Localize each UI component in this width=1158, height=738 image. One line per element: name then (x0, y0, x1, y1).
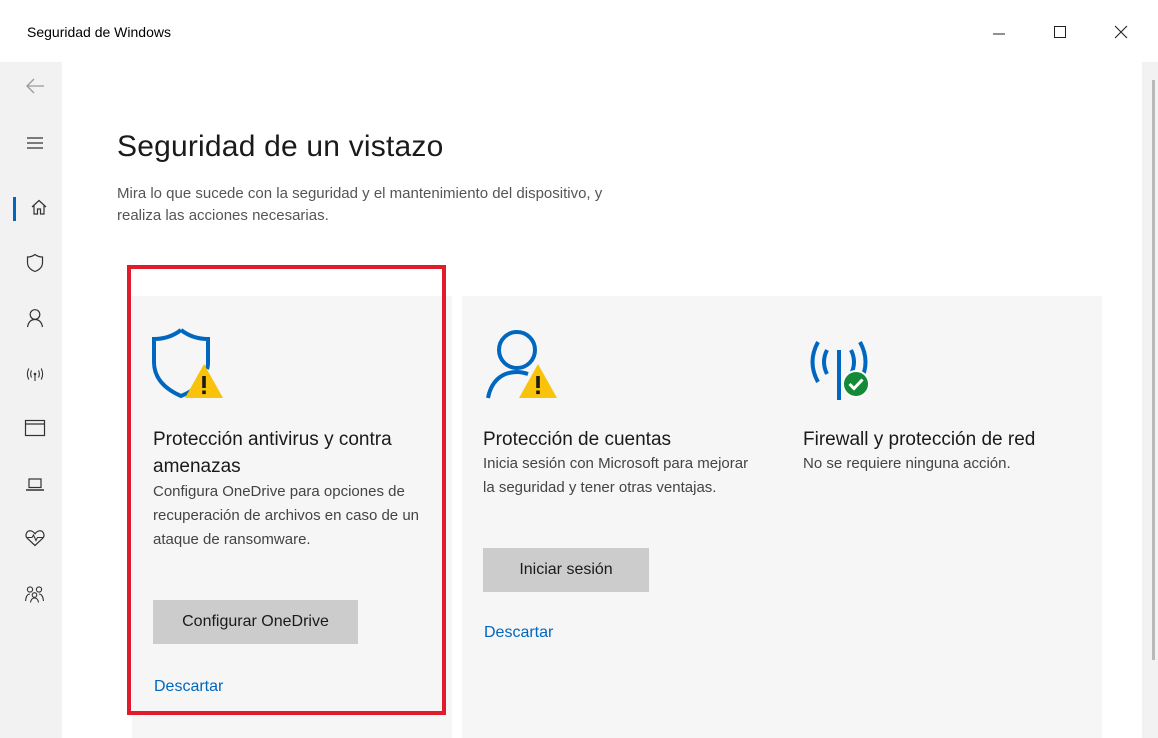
card-title: Protección de cuentas (483, 429, 672, 450)
page-description: Mira lo que sucede con la seguridad y el… (117, 185, 603, 224)
card-account-protection[interactable]: Protección de cuentas Inicia sesión con … (462, 296, 782, 738)
window-title: Seguridad de Windows (27, 24, 171, 40)
scrollbar-track[interactable] (1142, 62, 1158, 738)
wireless-signal-icon (24, 363, 46, 385)
home-icon (28, 196, 50, 218)
card-description: Configura OneDrive para opciones de recu… (153, 483, 420, 548)
app-browser-window-icon (24, 417, 46, 439)
configure-onedrive-button[interactable]: Configurar OneDrive (153, 600, 358, 644)
maximize-icon (1054, 26, 1066, 38)
person-warning-icon (479, 326, 559, 406)
page-title: Seguridad de un vistazo (117, 130, 444, 163)
sign-in-button[interactable]: Iniciar sesión (483, 548, 649, 592)
family-icon (24, 583, 46, 605)
sidebar-item-app-browser[interactable] (0, 404, 62, 452)
shield-icon (24, 252, 46, 274)
heart-pulse-icon (24, 527, 46, 549)
scrollbar-thumb[interactable] (1152, 80, 1155, 660)
card-description: No se requiere ninguna acción. (803, 455, 1011, 472)
sidebar-item-firewall[interactable] (0, 350, 62, 398)
hamburger-menu-icon (24, 132, 46, 154)
main-content: Seguridad de un vistazo Mira lo que suce… (62, 62, 1142, 738)
card-virus-protection[interactable]: Protección antivirus y contra amenazas C… (132, 296, 452, 738)
back-button[interactable] (0, 62, 62, 110)
wireless-check-icon (799, 326, 879, 406)
minimize-icon (993, 33, 1005, 35)
main-area: Seguridad de un vistazo Mira lo que suce… (62, 62, 1158, 738)
card-title: Firewall y protección de red (803, 429, 1036, 450)
dismiss-link[interactable]: Descartar (154, 678, 223, 696)
title-bar: Seguridad de Windows (0, 0, 1158, 62)
sidebar-item-family-options[interactable] (0, 570, 62, 618)
card-title: Protección antivirus y contra amenazas (153, 429, 392, 477)
menu-button[interactable] (0, 119, 62, 167)
sidebar-item-device-security[interactable] (0, 460, 62, 508)
close-button[interactable] (1099, 14, 1143, 50)
maximize-button[interactable] (1038, 14, 1082, 50)
shield-warning-icon (149, 326, 229, 406)
sidebar-item-virus-protection[interactable] (0, 239, 62, 287)
dismiss-link[interactable]: Descartar (484, 624, 553, 642)
sidebar-item-device-health[interactable] (0, 514, 62, 562)
laptop-icon (24, 473, 46, 495)
sidebar (0, 62, 62, 738)
sidebar-item-home[interactable] (0, 183, 62, 231)
minimize-button[interactable] (977, 14, 1021, 50)
close-icon (1114, 25, 1128, 39)
back-arrow-icon (24, 75, 46, 97)
sidebar-item-account-protection[interactable] (0, 294, 62, 342)
card-firewall[interactable]: Firewall y protección de red No se requi… (782, 296, 1102, 738)
person-icon (24, 307, 46, 329)
card-description: Inicia sesión con Microsoft para mejorar… (483, 455, 749, 496)
